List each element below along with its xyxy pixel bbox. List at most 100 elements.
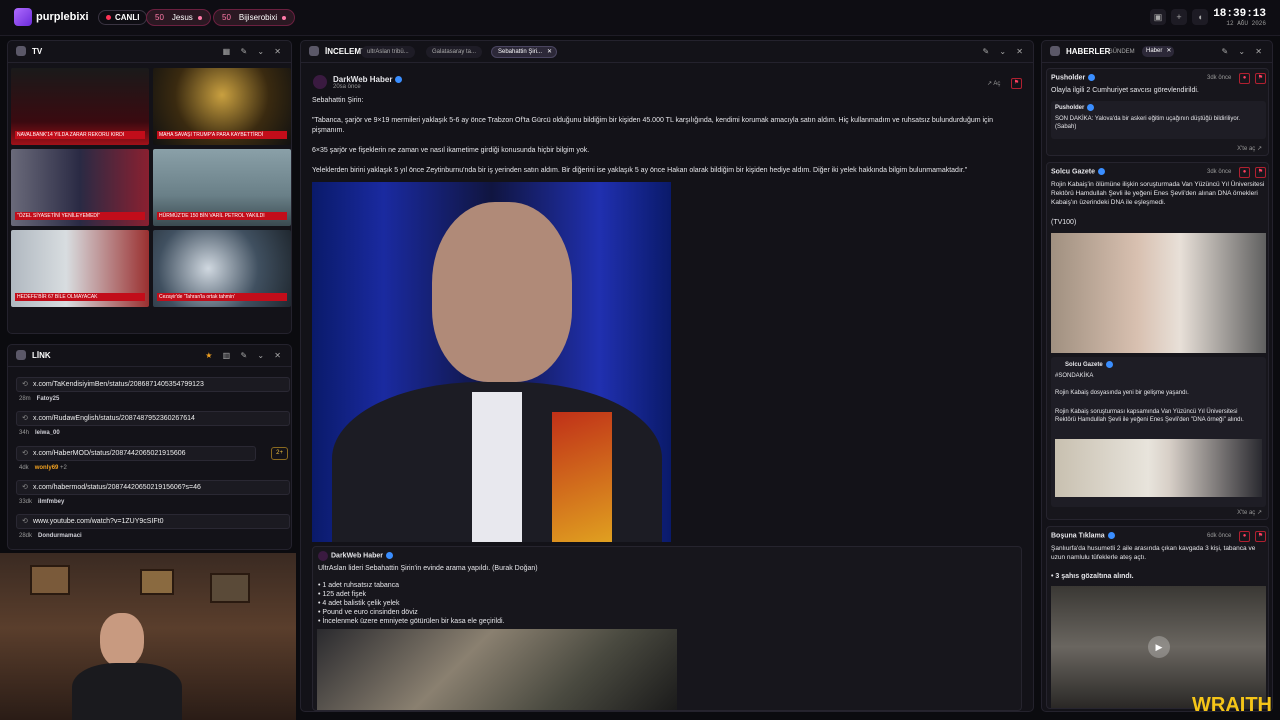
- news-video[interactable]: ▶: [1051, 586, 1266, 708]
- bell-icon[interactable]: ●: [1239, 73, 1250, 84]
- review-tab[interactable]: ultrAslan tribü...: [361, 46, 415, 58]
- link-url[interactable]: x.com/RudawEnglish/status/20874879523602…: [16, 411, 290, 426]
- news-image[interactable]: [1051, 233, 1266, 353]
- tv-tile[interactable]: HÜRMÜZ'DE 150 BİN VARİL PETROL YAKILDI: [153, 149, 291, 226]
- news-text: Rojin Kabaiş'in ölümüne ilişkin soruştur…: [1051, 181, 1265, 206]
- bullet-text: 125 adet fişek: [322, 591, 366, 598]
- review-tab[interactable]: Galatasaray ta...: [426, 46, 483, 58]
- play-icon[interactable]: ▶: [1148, 636, 1170, 658]
- news-author[interactable]: Pusholder: [1051, 74, 1085, 81]
- link-item[interactable]: x.com/TaKendisiyimBen/status/20868714053…: [16, 377, 290, 408]
- news-tab[interactable]: GÜNDEM: [1108, 41, 1135, 63]
- screen-icon[interactable]: ▣: [1150, 9, 1166, 25]
- panel-tools[interactable]: ★ ▥ ✎ ⌄ ✕: [205, 345, 285, 367]
- bell-icon[interactable]: ●: [1239, 167, 1250, 178]
- news-item[interactable]: Solcu Gazete 3dk önce ● ⚑ Rojin Kabaiş'i…: [1046, 162, 1269, 520]
- tv-tile-caption: HÜRMÜZ'DE 150 BİN VARİL PETROL YAKILDI: [157, 212, 287, 220]
- post-image[interactable]: [312, 182, 671, 542]
- pill-dot-icon: [197, 16, 202, 20]
- volume-icon[interactable]: ◖: [1192, 9, 1208, 25]
- news-author[interactable]: Boşuna Tıklama: [1051, 532, 1105, 539]
- quote-image[interactable]: [317, 629, 677, 710]
- link-meta: 34h leiwa_00: [16, 430, 290, 436]
- tv-tile[interactable]: "ÖZEL SİYASETİNİ YENİLEYEMEDİ": [11, 149, 149, 226]
- review-tab-label: Sebahattin Şiri...: [498, 49, 543, 55]
- news-tab-active[interactable]: Haber ✕: [1142, 46, 1175, 57]
- panel-tools[interactable]: ▦ ✎ ⌄ ✕: [223, 41, 285, 63]
- quote-author[interactable]: DarkWeb Haber: [331, 552, 383, 559]
- link-user: Dondurmamaci: [38, 533, 82, 539]
- link-meta: 28m Fatoy25: [16, 396, 290, 402]
- review-tab-active[interactable]: Sebahattin Şiri... ✕: [491, 46, 558, 58]
- review-panel: İNCELEME ultrAslan tribü... Galatasaray …: [300, 40, 1034, 712]
- link-item[interactable]: x.com/habermod/status/208744206502191560…: [16, 480, 290, 511]
- news-item[interactable]: Boşuna Tıklama 6dk önce ● ⚑ Şanlıurfa'da…: [1046, 526, 1269, 709]
- tv-tile[interactable]: HEDEFE'BİR 67 BİLE OLMAYACAK: [11, 230, 149, 307]
- news-age: 6dk önce: [1207, 533, 1232, 539]
- link-age: 28m: [19, 396, 31, 402]
- quote-image[interactable]: [1055, 439, 1262, 497]
- link-url[interactable]: x.com/HaberMOD/status/208744206502191560…: [16, 446, 256, 461]
- viewer-pill-bijiserobixi[interactable]: 50 Bijiserobixi: [213, 9, 296, 26]
- flag-icon[interactable]: ⚑: [1255, 531, 1266, 542]
- quote-author-line: Pusholder: [1055, 104, 1095, 112]
- review-icon: [309, 45, 319, 56]
- link-age: 4dk: [19, 465, 29, 471]
- clock-date: 12 AĞU 2026: [1226, 20, 1266, 27]
- open-on-x-label: X'te aç: [1237, 146, 1256, 152]
- bell-icon[interactable]: ●: [1239, 531, 1250, 542]
- quoted-post[interactable]: DarkWeb Haber UltrAslan lideri Sebahatti…: [312, 546, 1022, 711]
- link-item[interactable]: www.youtube.com/watch?v=1ZUY9cSIFt0 28dk D…: [16, 514, 290, 545]
- tv-panel-header: TV ▦ ✎ ⌄ ✕: [8, 41, 291, 63]
- link-icon: [16, 349, 26, 360]
- tv-tile-caption: "ÖZEL SİYASETİNİ YENİLEYEMEDİ": [15, 212, 145, 220]
- top-bar: purplebixi CANLI 50 Jesus 50 Bijiserobixi …: [0, 0, 1280, 36]
- clock-time: 18:39:13: [1213, 8, 1266, 20]
- open-on-x[interactable]: X'te aç ↗: [1237, 509, 1262, 516]
- flag-icon[interactable]: ⚑: [1255, 73, 1266, 84]
- verified-icon: [1088, 74, 1096, 81]
- link-url[interactable]: x.com/TaKendisiyimBen/status/20868714053…: [16, 377, 290, 392]
- tv-tile[interactable]: Cezayir'de 'Tahran'la ortak tahmin': [153, 230, 291, 307]
- link-user: ilmfmbey: [38, 499, 65, 505]
- link-item[interactable]: x.com/HaberMOD/status/208744206502191560…: [16, 446, 290, 477]
- link-meta: 4dk wonly69 +2: [16, 465, 290, 471]
- add-icon[interactable]: +: [1171, 9, 1187, 25]
- tv-tile[interactable]: NAVALBANK'14 YILDA ZARAR REKORU KIRDI: [11, 68, 149, 145]
- link-count-badge: 2+: [271, 447, 288, 460]
- pill-count: 50: [222, 13, 231, 22]
- live-badge: CANLI: [98, 10, 148, 25]
- link-url[interactable]: x.com/habermod/status/208744206502191560…: [16, 480, 290, 495]
- tv-tile-caption: NAVALBANK'14 YILDA ZARAR REKORU KIRDI: [15, 131, 145, 139]
- close-icon[interactable]: ✕: [547, 47, 552, 57]
- quote-author: Pusholder: [1055, 105, 1085, 112]
- open-link[interactable]: ↗ Aç: [987, 80, 1000, 87]
- tv-tile-caption: Cezayir'de 'Tahran'la ortak tahmin': [157, 293, 287, 301]
- post-author[interactable]: DarkWeb Haber: [333, 75, 392, 84]
- quote-author-line: DarkWeb Haber: [331, 552, 394, 559]
- flag-icon[interactable]: ⚑: [1011, 78, 1022, 89]
- open-on-x[interactable]: X'te aç ↗: [1237, 145, 1262, 152]
- bullet-item: • İncelenmek üzere emniyete götürülen bi…: [318, 618, 505, 625]
- viewer-pill-jesus[interactable]: 50 Jesus: [146, 9, 211, 26]
- news-author[interactable]: Solcu Gazete: [1051, 168, 1095, 175]
- link-item[interactable]: x.com/RudawEnglish/status/20874879523602…: [16, 411, 290, 442]
- bullet-text: İncelenmek üzere emniyete götürülen bir …: [322, 618, 505, 625]
- quote-text: UltrAslan lideri Sebahattin Şirin'in evi…: [318, 565, 538, 572]
- review-panel-header: İNCELEME ultrAslan tribü... Galatasaray …: [301, 41, 1033, 63]
- flag-icon[interactable]: ⚑: [1255, 167, 1266, 178]
- close-icon[interactable]: ✕: [1166, 46, 1171, 57]
- brand-logo-icon[interactable]: [14, 8, 32, 26]
- link-url[interactable]: www.youtube.com/watch?v=1ZUY9cSIFt0: [16, 514, 290, 529]
- tv-tile[interactable]: MAHA SAVAŞI TRUMP'A PARA KAYBETTİRDİ: [153, 68, 291, 145]
- panel-tools[interactable]: ✎ ⌄ ✕: [1221, 41, 1266, 63]
- news-title: HABERLER: [1066, 47, 1111, 56]
- panel-tools[interactable]: ✎ ⌄ ✕: [982, 41, 1027, 63]
- link-meta: 33dk ilmfmbey: [16, 499, 290, 505]
- news-quote[interactable]: Pusholder SON DAKİKA: Yalova'da bir aske…: [1051, 101, 1266, 139]
- star-icon[interactable]: ★: [205, 351, 216, 360]
- news-item[interactable]: Pusholder 3dk önce ● ⚑ Olayla ilgili 2 C…: [1046, 68, 1269, 156]
- post-paragraph: "Tabanca, şarjör ve 9×19 mermileri yakla…: [312, 117, 994, 134]
- news-quote[interactable]: Solcu Gazete #SONDAKİKA Rojin Kabaiş dos…: [1051, 357, 1266, 507]
- post-author-line: DarkWeb Haber: [333, 75, 403, 84]
